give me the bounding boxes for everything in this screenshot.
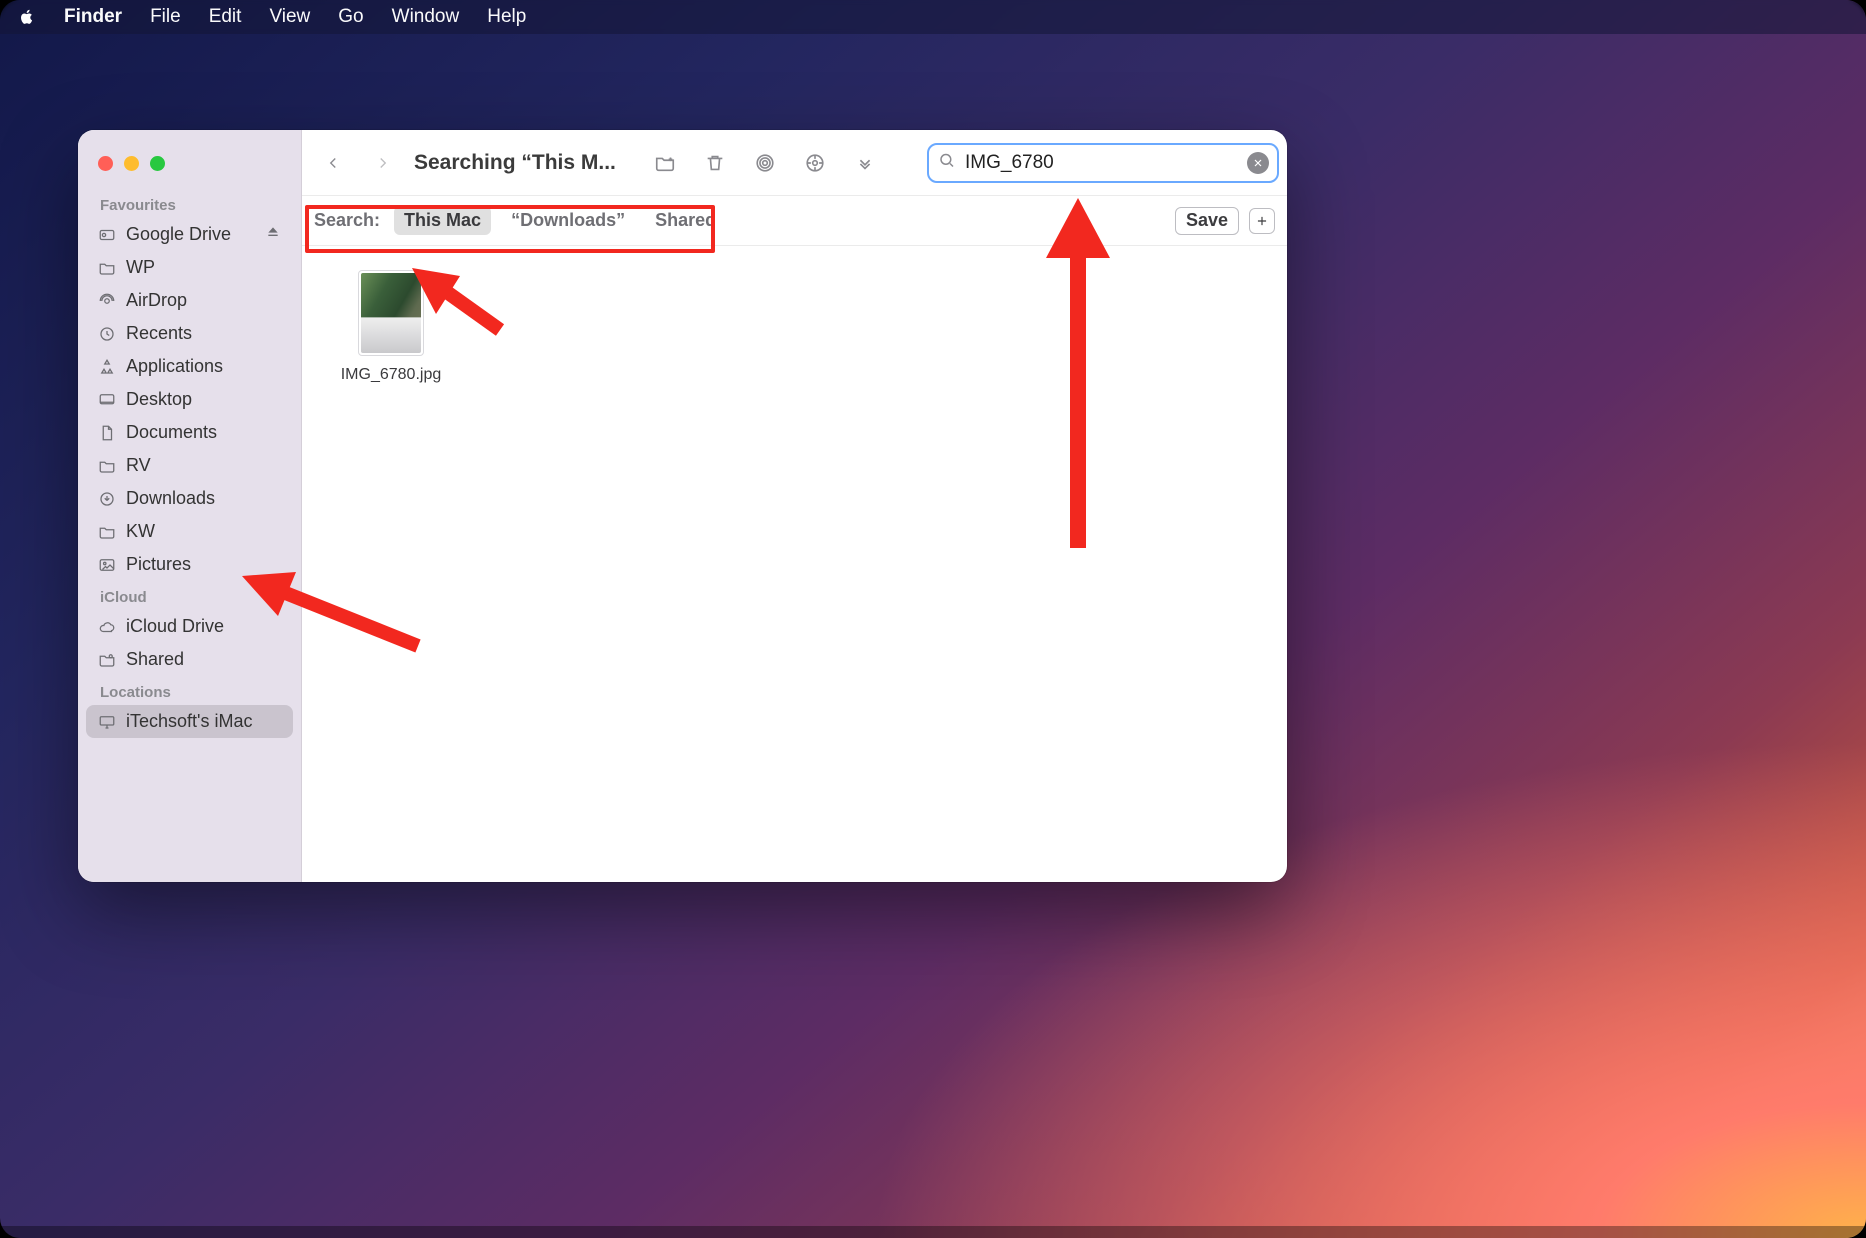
menubar-item-help[interactable]: Help — [487, 6, 526, 28]
sidebar-item-label: AirDrop — [126, 290, 187, 311]
sidebar-item-label: WP — [126, 257, 155, 278]
clock-icon — [98, 325, 116, 343]
sidebar-item-label: Google Drive — [126, 224, 231, 245]
search-field[interactable] — [927, 143, 1279, 183]
search-input[interactable] — [963, 145, 1243, 181]
sidebar-item-label: iCloud Drive — [126, 616, 224, 637]
add-criteria-button[interactable] — [1249, 208, 1275, 234]
window-zoom-button[interactable] — [150, 156, 165, 171]
google-drive-icon — [98, 226, 116, 244]
sidebar-section-locations: Locations — [86, 676, 293, 705]
airdrop-icon — [98, 292, 116, 310]
scope-folder[interactable]: “Downloads” — [501, 206, 635, 235]
sidebar-item-label: KW — [126, 521, 155, 542]
apple-menu-icon[interactable] — [18, 8, 36, 26]
sidebar-item-label: Pictures — [126, 554, 191, 575]
sidebar-item-label: Shared — [126, 649, 184, 670]
window-title: Searching “This M... — [414, 151, 616, 175]
sidebar-item-downloads[interactable]: Downloads — [86, 482, 293, 515]
sidebar-section-favourites: Favourites — [86, 189, 293, 218]
save-search-button[interactable]: Save — [1175, 207, 1239, 235]
file-name-label: IMG_6780.jpg — [341, 366, 442, 384]
clear-search-button[interactable] — [1247, 152, 1269, 174]
menubar-item-file[interactable]: File — [150, 6, 181, 28]
sidebar-item-label: Desktop — [126, 389, 192, 410]
imac-icon — [98, 713, 116, 731]
folder-icon — [98, 457, 116, 475]
sidebar-item-label: Documents — [126, 422, 217, 443]
file-thumbnail — [358, 270, 424, 356]
scope-this-mac[interactable]: This Mac — [394, 206, 491, 235]
scope-shared[interactable]: Shared — [645, 206, 726, 235]
finder-window: Favourites Google Drive WP — [78, 130, 1287, 882]
sidebar-item-wp[interactable]: WP — [86, 251, 293, 284]
airdrop-button[interactable] — [746, 144, 784, 182]
nav-forward-button[interactable] — [364, 144, 402, 182]
search-icon — [938, 151, 956, 174]
sidebar-item-rv[interactable]: RV — [86, 449, 293, 482]
sidebar-item-label: Recents — [126, 323, 192, 344]
sidebar-item-pictures[interactable]: Pictures — [86, 548, 293, 581]
window-minimize-button[interactable] — [124, 156, 139, 171]
download-icon — [98, 490, 116, 508]
apps-icon — [98, 358, 116, 376]
doc-icon — [98, 424, 116, 442]
search-scope-bar: Search: This Mac “Downloads” Shared Save — [302, 196, 1287, 246]
menubar-item-window[interactable]: Window — [392, 6, 460, 28]
sidebar-section-icloud: iCloud — [86, 581, 293, 610]
menubar-item-go[interactable]: Go — [338, 6, 363, 28]
nav-back-button[interactable] — [314, 144, 352, 182]
file-icon-view[interactable]: IMG_6780.jpg — [302, 246, 1287, 882]
sidebar-item-icloud-drive[interactable]: iCloud Drive — [86, 610, 293, 643]
menubar-item-view[interactable]: View — [269, 6, 310, 28]
window-close-button[interactable] — [98, 156, 113, 171]
scope-label: Search: — [314, 210, 380, 231]
eject-icon[interactable] — [265, 224, 281, 245]
sidebar-item-kw[interactable]: KW — [86, 515, 293, 548]
sidebar-item-shared[interactable]: Shared — [86, 643, 293, 676]
folder-icon — [98, 523, 116, 541]
sidebar-item-label: Downloads — [126, 488, 215, 509]
sidebar-item-desktop[interactable]: Desktop — [86, 383, 293, 416]
toolbar-overflow-button[interactable] — [846, 144, 884, 182]
finder-sidebar: Favourites Google Drive WP — [78, 130, 302, 882]
menubar-app-name[interactable]: Finder — [64, 6, 122, 28]
desktop-icon — [98, 391, 116, 409]
finder-toolbar: Searching “This M... — [302, 130, 1287, 196]
sidebar-item-label: Applications — [126, 356, 223, 377]
cropped-bottom-bar — [0, 1226, 1866, 1238]
trash-button[interactable] — [696, 144, 734, 182]
macos-menubar: Finder File Edit View Go Window Help — [0, 0, 1866, 34]
window-traffic-lights — [86, 144, 293, 189]
shared-folder-icon — [98, 651, 116, 669]
new-folder-button[interactable] — [646, 144, 684, 182]
sidebar-item-label: RV — [126, 455, 151, 476]
sidebar-item-airdrop[interactable]: AirDrop — [86, 284, 293, 317]
sidebar-item-google-drive[interactable]: Google Drive — [86, 218, 293, 251]
sidebar-item-label: iTechsoft's iMac — [126, 711, 252, 732]
sidebar-item-documents[interactable]: Documents — [86, 416, 293, 449]
menubar-item-edit[interactable]: Edit — [209, 6, 242, 28]
sidebar-item-imac[interactable]: iTechsoft's iMac — [86, 705, 293, 738]
sidebar-item-recents[interactable]: Recents — [86, 317, 293, 350]
finder-main: Searching “This M... — [302, 130, 1287, 882]
sidebar-item-applications[interactable]: Applications — [86, 350, 293, 383]
folder-icon — [98, 259, 116, 277]
cloud-icon — [98, 618, 116, 636]
burn-button[interactable] — [796, 144, 834, 182]
image-icon — [98, 556, 116, 574]
file-item[interactable]: IMG_6780.jpg — [326, 270, 456, 384]
